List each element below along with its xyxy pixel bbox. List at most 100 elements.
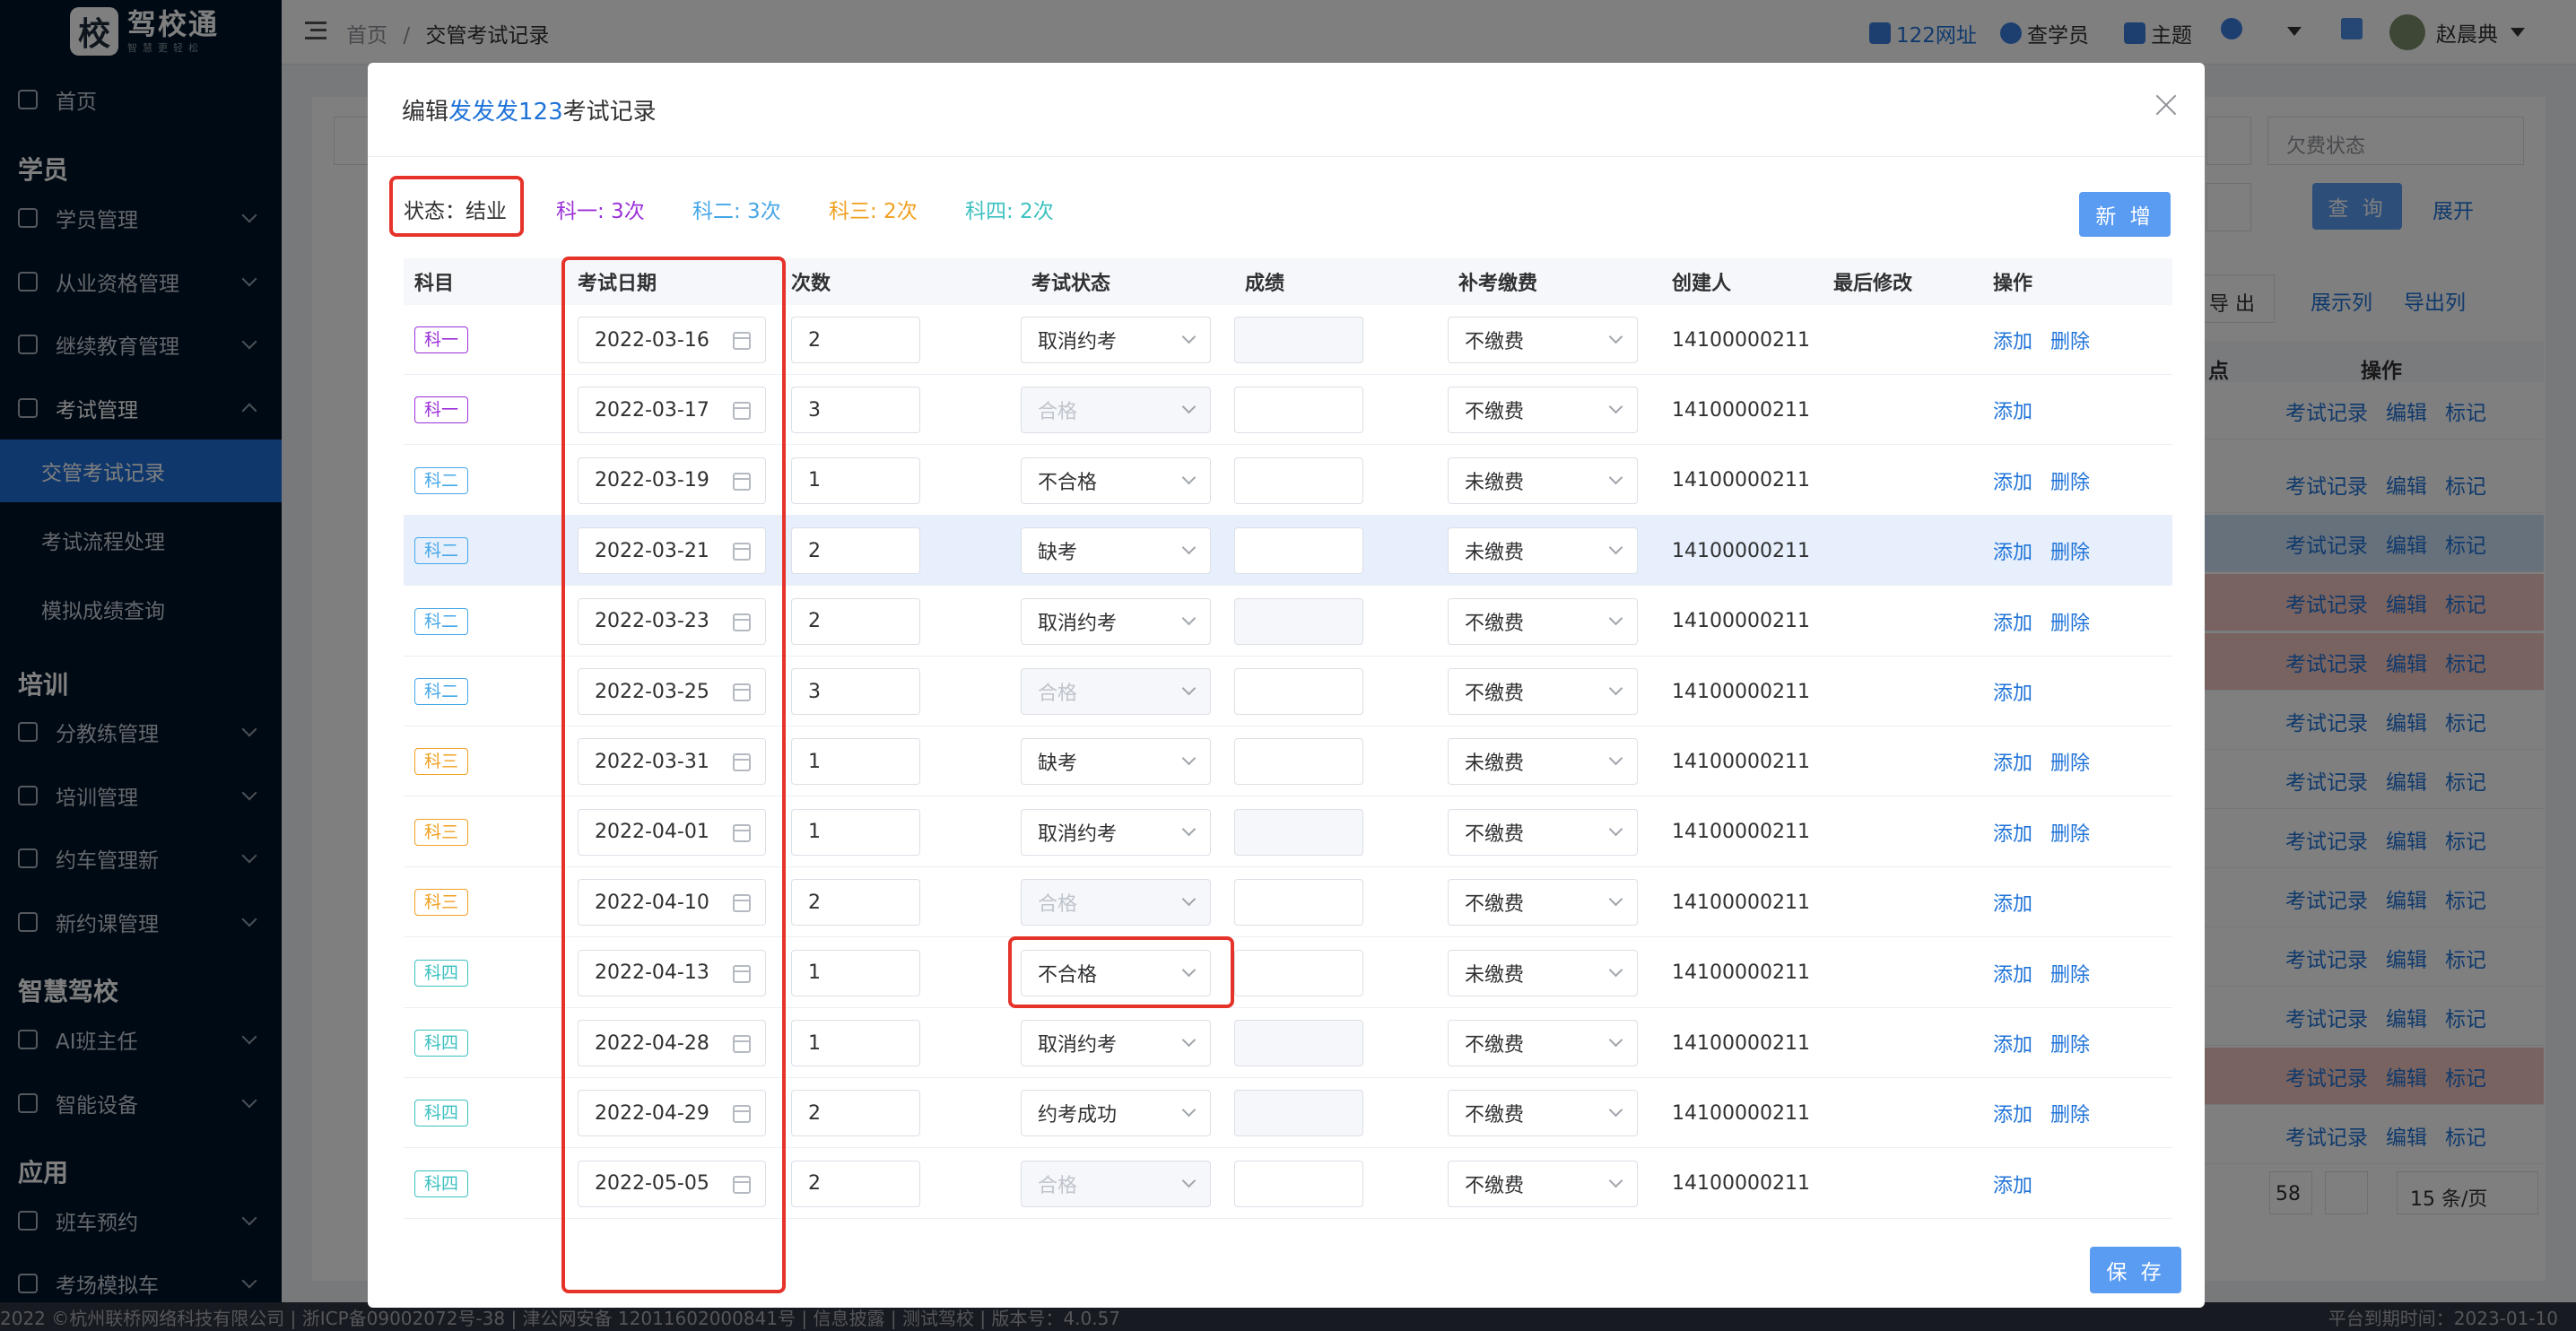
col-retake-fee: 补考缴费: [1458, 258, 1538, 305]
count-input[interactable]: 1: [791, 808, 920, 856]
delete-link[interactable]: 删除: [2050, 818, 2090, 847]
count-input[interactable]: 2: [791, 1090, 920, 1137]
creator-cell: 14100000211: [1672, 1031, 1810, 1055]
exam-status-select[interactable]: 不合格: [1021, 457, 1211, 504]
subject-cell: 科三: [414, 797, 469, 867]
subject-tag: 科三: [414, 748, 469, 776]
retake-fee-select[interactable]: 不缴费: [1448, 1020, 1638, 1066]
retake-fee-select[interactable]: 不缴费: [1448, 387, 1638, 434]
delete-link[interactable]: 删除: [2050, 959, 2090, 987]
score-input[interactable]: [1234, 738, 1363, 786]
add-link[interactable]: 添加: [1993, 1099, 2032, 1127]
count-input[interactable]: 2: [791, 527, 920, 575]
creator-cell: 14100000211: [1672, 539, 1810, 562]
add-link[interactable]: 添加: [1993, 677, 2032, 706]
retake-fee-select[interactable]: 不缴费: [1448, 1160, 1638, 1207]
add-link[interactable]: 添加: [1993, 1029, 2032, 1057]
count-input[interactable]: 1: [791, 738, 920, 786]
date-column-highlight-box: [561, 257, 786, 1293]
exam-status-select[interactable]: 缺考: [1021, 738, 1211, 786]
add-link[interactable]: 添加: [1993, 747, 2032, 776]
delete-link[interactable]: 删除: [2050, 326, 2090, 354]
retake-fee-select[interactable]: 未缴费: [1448, 949, 1638, 996]
chevron-down-icon: [1608, 470, 1623, 485]
count-input[interactable]: 2: [791, 879, 920, 926]
add-link[interactable]: 添加: [1993, 466, 2032, 495]
count-input[interactable]: 1: [791, 457, 920, 504]
chevron-down-icon: [1608, 822, 1623, 837]
creator-cell: 14100000211: [1672, 750, 1810, 773]
creator-cell: 14100000211: [1672, 1101, 1810, 1125]
stat-subject-1: 科一: 3次: [556, 200, 645, 223]
delete-link[interactable]: 删除: [2050, 1099, 2090, 1127]
chevron-down-icon: [1181, 400, 1197, 414]
exam-status-select[interactable]: 取消约考: [1021, 808, 1211, 856]
count-input[interactable]: 3: [791, 668, 920, 715]
chevron-down-icon: [1181, 892, 1197, 907]
retake-fee-select[interactable]: 不缴费: [1448, 808, 1638, 856]
add-link[interactable]: 添加: [1993, 536, 2032, 565]
delete-link[interactable]: 删除: [2050, 1029, 2090, 1057]
chevron-down-icon: [1181, 1032, 1197, 1048]
edit-exam-record-dialog: 编辑发发发123考试记录 状态：结业 科一: 3次 科二: 3次 科三: 2次 …: [368, 63, 2205, 1308]
score-input[interactable]: [1234, 1160, 1363, 1207]
add-link[interactable]: 添加: [1993, 396, 2032, 424]
score-input[interactable]: [1234, 527, 1363, 575]
count-input[interactable]: 2: [791, 1160, 920, 1207]
col-exam-status: 考试状态: [1031, 258, 1111, 305]
delete-link[interactable]: 删除: [2050, 747, 2090, 776]
retake-fee-select[interactable]: 不缴费: [1448, 1090, 1638, 1137]
delete-link[interactable]: 删除: [2050, 466, 2090, 495]
chevron-down-icon: [1181, 470, 1197, 485]
score-input[interactable]: [1234, 879, 1363, 926]
count-input[interactable]: 1: [791, 1020, 920, 1066]
retake-fee-select[interactable]: 未缴费: [1448, 738, 1638, 786]
exam-status-select[interactable]: 取消约考: [1021, 317, 1211, 363]
score-input[interactable]: [1234, 457, 1363, 504]
retake-fee-select[interactable]: 未缴费: [1448, 527, 1638, 575]
add-link[interactable]: 添加: [1993, 326, 2032, 354]
score-input[interactable]: [1234, 668, 1363, 715]
creator-cell: 14100000211: [1672, 821, 1810, 844]
subject-cell: 科二: [414, 587, 469, 657]
save-button[interactable]: 保 存: [2090, 1247, 2181, 1293]
add-link[interactable]: 添加: [1993, 888, 2032, 917]
add-link[interactable]: 添加: [1993, 1170, 2032, 1198]
chevron-down-icon: [1608, 1032, 1623, 1048]
dialog-title: 编辑发发发123考试记录: [402, 99, 657, 126]
chevron-down-icon: [1181, 1173, 1197, 1188]
creator-cell: 14100000211: [1672, 328, 1810, 352]
chevron-down-icon: [1181, 752, 1197, 766]
count-input[interactable]: 2: [791, 597, 920, 645]
col-score: 成绩: [1245, 258, 1285, 305]
score-input[interactable]: [1234, 387, 1363, 434]
exam-status-select[interactable]: 取消约考: [1021, 1020, 1211, 1066]
creator-cell: 14100000211: [1672, 891, 1810, 914]
exam-status-select[interactable]: 约考成功: [1021, 1090, 1211, 1137]
subject-tag: 科四: [414, 1100, 469, 1127]
delete-link[interactable]: 删除: [2050, 607, 2090, 636]
delete-link[interactable]: 删除: [2050, 536, 2090, 565]
close-icon[interactable]: [2154, 93, 2178, 117]
retake-fee-select[interactable]: 不缴费: [1448, 597, 1638, 645]
creator-cell: 14100000211: [1672, 610, 1810, 633]
score-input[interactable]: [1234, 949, 1363, 996]
exam-status-select[interactable]: 取消约考: [1021, 597, 1211, 645]
count-input[interactable]: 1: [791, 949, 920, 996]
chevron-down-icon: [1608, 400, 1623, 414]
col-count: 次数: [791, 258, 831, 305]
add-link[interactable]: 添加: [1993, 607, 2032, 636]
add-link[interactable]: 添加: [1993, 959, 2032, 987]
retake-fee-select[interactable]: 不缴费: [1448, 879, 1638, 926]
retake-fee-select[interactable]: 不缴费: [1448, 317, 1638, 363]
creator-cell: 14100000211: [1672, 961, 1810, 985]
add-link[interactable]: 添加: [1993, 818, 2032, 847]
count-input[interactable]: 3: [791, 387, 920, 434]
retake-fee-select[interactable]: 未缴费: [1448, 457, 1638, 504]
chevron-down-icon: [1181, 1103, 1197, 1118]
count-input[interactable]: 2: [791, 317, 920, 363]
add-record-button[interactable]: 新 增: [2079, 192, 2171, 237]
retake-fee-select[interactable]: 不缴费: [1448, 668, 1638, 715]
subject-cell: 科二: [414, 657, 469, 726]
exam-status-select[interactable]: 缺考: [1021, 527, 1211, 575]
